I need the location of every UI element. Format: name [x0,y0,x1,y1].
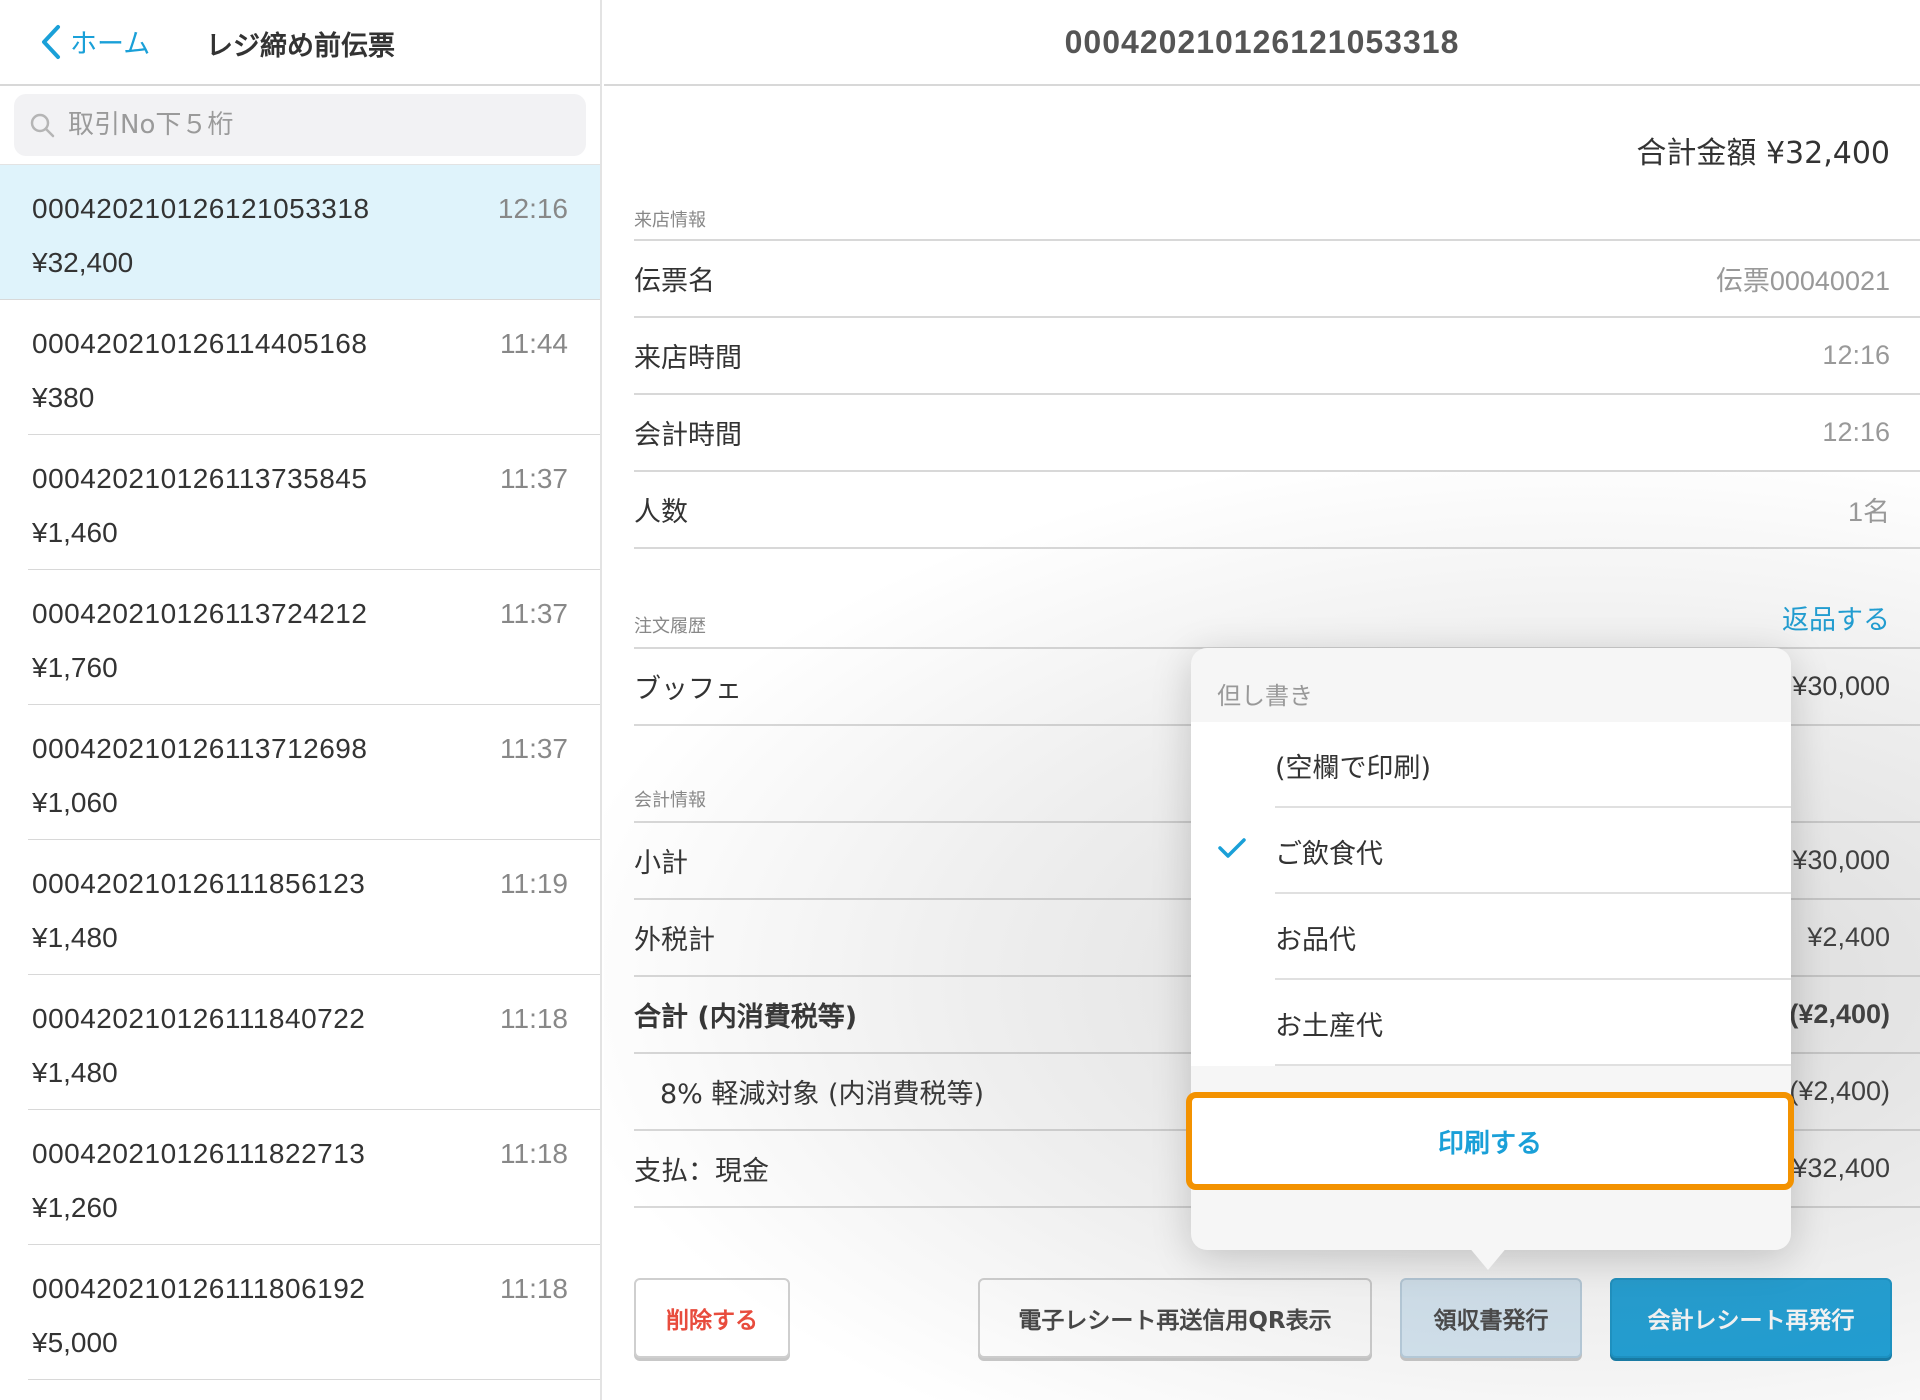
row-value: 12:16 [1822,417,1890,447]
row-value: ¥30,000 [1792,845,1890,875]
slip-number: 000420210126113735845 [32,463,368,494]
search-box [14,94,586,156]
slip-time: 11:37 [500,463,568,494]
slip-list-item[interactable]: 000420210126111806192 ¥5,000 11:18 [28,1245,600,1380]
total-amount: 合計金額 ¥32,400 [1636,136,1890,171]
slip-time: 11:44 [500,328,568,359]
slip-number: 000420210126111822713 [32,1138,366,1169]
row-value: 1名 [1847,497,1890,527]
slip-number: 000420210126111806192 [32,1273,366,1304]
chevron-left-icon [42,24,60,59]
slip-number: 000420210126111840722 [32,1003,366,1034]
note-option-blank[interactable]: (空欄で印刷) [1191,722,1791,808]
row-label: 外税計 [634,925,715,956]
visit-row-checkout-time: 会計時間 12:16 [634,395,1920,472]
orders-section-label: 注文履歴 [634,616,706,637]
slip-amount: ¥5,000 [32,1327,118,1358]
note-option-goods[interactable]: お品代 [1191,894,1791,980]
row-label: 合計 (内消費税等) [634,1002,858,1033]
delete-button[interactable]: 削除する [634,1278,790,1358]
slip-list-item[interactable]: 000420210126111822713 ¥1,260 11:18 [28,1110,600,1245]
slip-time: 12:16 [497,193,568,224]
row-label: ブッフェ [634,674,742,705]
row-label: 8% 軽減対象 (内消費税等) [660,1079,985,1110]
option-label: お品代 [1275,924,1356,956]
slip-list-item[interactable]: 000420210126113712698 ¥1,060 11:37 [28,705,600,840]
show-qr-button[interactable]: 電子レシート再送信用QR表示 [978,1278,1372,1358]
row-label: 伝票名 [634,266,715,297]
slip-sidebar: ホーム レジ締め前伝票 000420210126121053318 ¥32,400… [0,0,602,1400]
slip-amount: ¥380 [32,382,95,413]
slip-number: 000420210126114405168 [32,328,368,359]
row-value: ¥30,000 [1792,671,1890,701]
note-option-food[interactable]: ご飲食代 [1191,808,1791,894]
slip-time: 11:19 [500,868,568,899]
row-value: ¥2,400 [1807,922,1890,952]
visit-row-arrival-time: 来店時間 12:16 [634,318,1920,395]
slip-number: 000420210126111856123 [32,868,366,899]
popover-header: 但し書き [1217,682,1313,710]
slip-amount: ¥1,260 [32,1192,118,1223]
detail-header: 000420210126121053318 [604,0,1920,86]
slip-list: 000420210126121053318 ¥32,400 12:16 0004202… [0,165,600,1380]
search-icon [30,113,55,138]
search-bar [0,86,600,165]
back-label: ホーム [70,29,151,60]
row-label: 来店時間 [634,343,742,374]
slip-list-item[interactable]: 000420210126114405168 ¥380 11:44 [28,300,600,435]
accounting-section-label: 会計情報 [634,790,706,811]
row-value: 12:16 [1822,340,1890,370]
back-button[interactable]: ホーム [40,22,150,61]
row-value: ¥32,400 [1792,1153,1890,1183]
sidebar-title: レジ締め前伝票 [206,31,395,62]
row-value: (¥2,400) [1789,999,1890,1029]
note-options: (空欄で印刷) ご飲食代 お品代 お土産代 [1191,722,1791,1066]
slip-list-item[interactable]: 000420210126121053318 ¥32,400 12:16 [0,165,600,300]
print-button[interactable]: 印刷する [1186,1092,1794,1190]
slip-time: 11:18 [500,1273,568,1304]
row-label: 支払：現金 [634,1156,769,1187]
row-value: (¥2,400) [1789,1076,1890,1106]
visit-section-label: 来店情報 [634,210,706,231]
slip-number: 000420210126113724212 [32,598,368,629]
sidebar-header: ホーム レジ締め前伝票 [0,0,600,86]
slip-time: 11:18 [500,1003,568,1034]
slip-amount: ¥1,480 [32,922,118,953]
option-label: (空欄で印刷) [1275,752,1432,784]
slip-list-item[interactable]: 000420210126113735845 ¥1,460 11:37 [28,435,600,570]
slip-amount: ¥1,480 [32,1057,118,1088]
slip-amount: ¥1,760 [32,652,118,683]
note-option-souvenir[interactable]: お土産代 [1191,980,1791,1066]
page-title: 000420210126121053318 [1064,23,1460,60]
slip-list-item[interactable]: 000420210126113724212 ¥1,760 11:37 [28,570,600,705]
slip-time: 11:37 [500,733,568,764]
row-label: 小計 [634,848,688,879]
row-label: 会計時間 [634,420,742,451]
checkmark-icon [1218,838,1246,858]
visit-row-guests: 人数 1名 [634,472,1920,549]
slip-time: 11:37 [500,598,568,629]
row-label: 人数 [634,497,688,528]
slip-list-item[interactable]: 000420210126111840722 ¥1,480 11:18 [28,975,600,1110]
visit-row-slip-name: 伝票名 伝票00040021 [634,241,1920,318]
return-link[interactable]: 返品する [1782,598,1890,637]
slip-amount: ¥1,460 [32,517,118,548]
option-label: お土産代 [1275,1010,1383,1042]
slip-list-item[interactable]: 000420210126111856123 ¥1,480 11:19 [28,840,600,975]
issue-receipt-button[interactable]: 領収書発行 [1400,1278,1582,1358]
slip-number: 000420210126113712698 [32,733,368,764]
reissue-receipt-button[interactable]: 会計レシート再発行 [1610,1278,1892,1358]
row-value: 伝票00040021 [1715,266,1890,296]
search-input[interactable] [68,110,548,140]
option-label: ご飲食代 [1275,838,1383,870]
slip-amount: ¥32,400 [32,247,134,278]
slip-amount: ¥1,060 [32,787,118,818]
slip-time: 11:18 [500,1138,568,1169]
slip-number: 000420210126121053318 [32,193,370,224]
